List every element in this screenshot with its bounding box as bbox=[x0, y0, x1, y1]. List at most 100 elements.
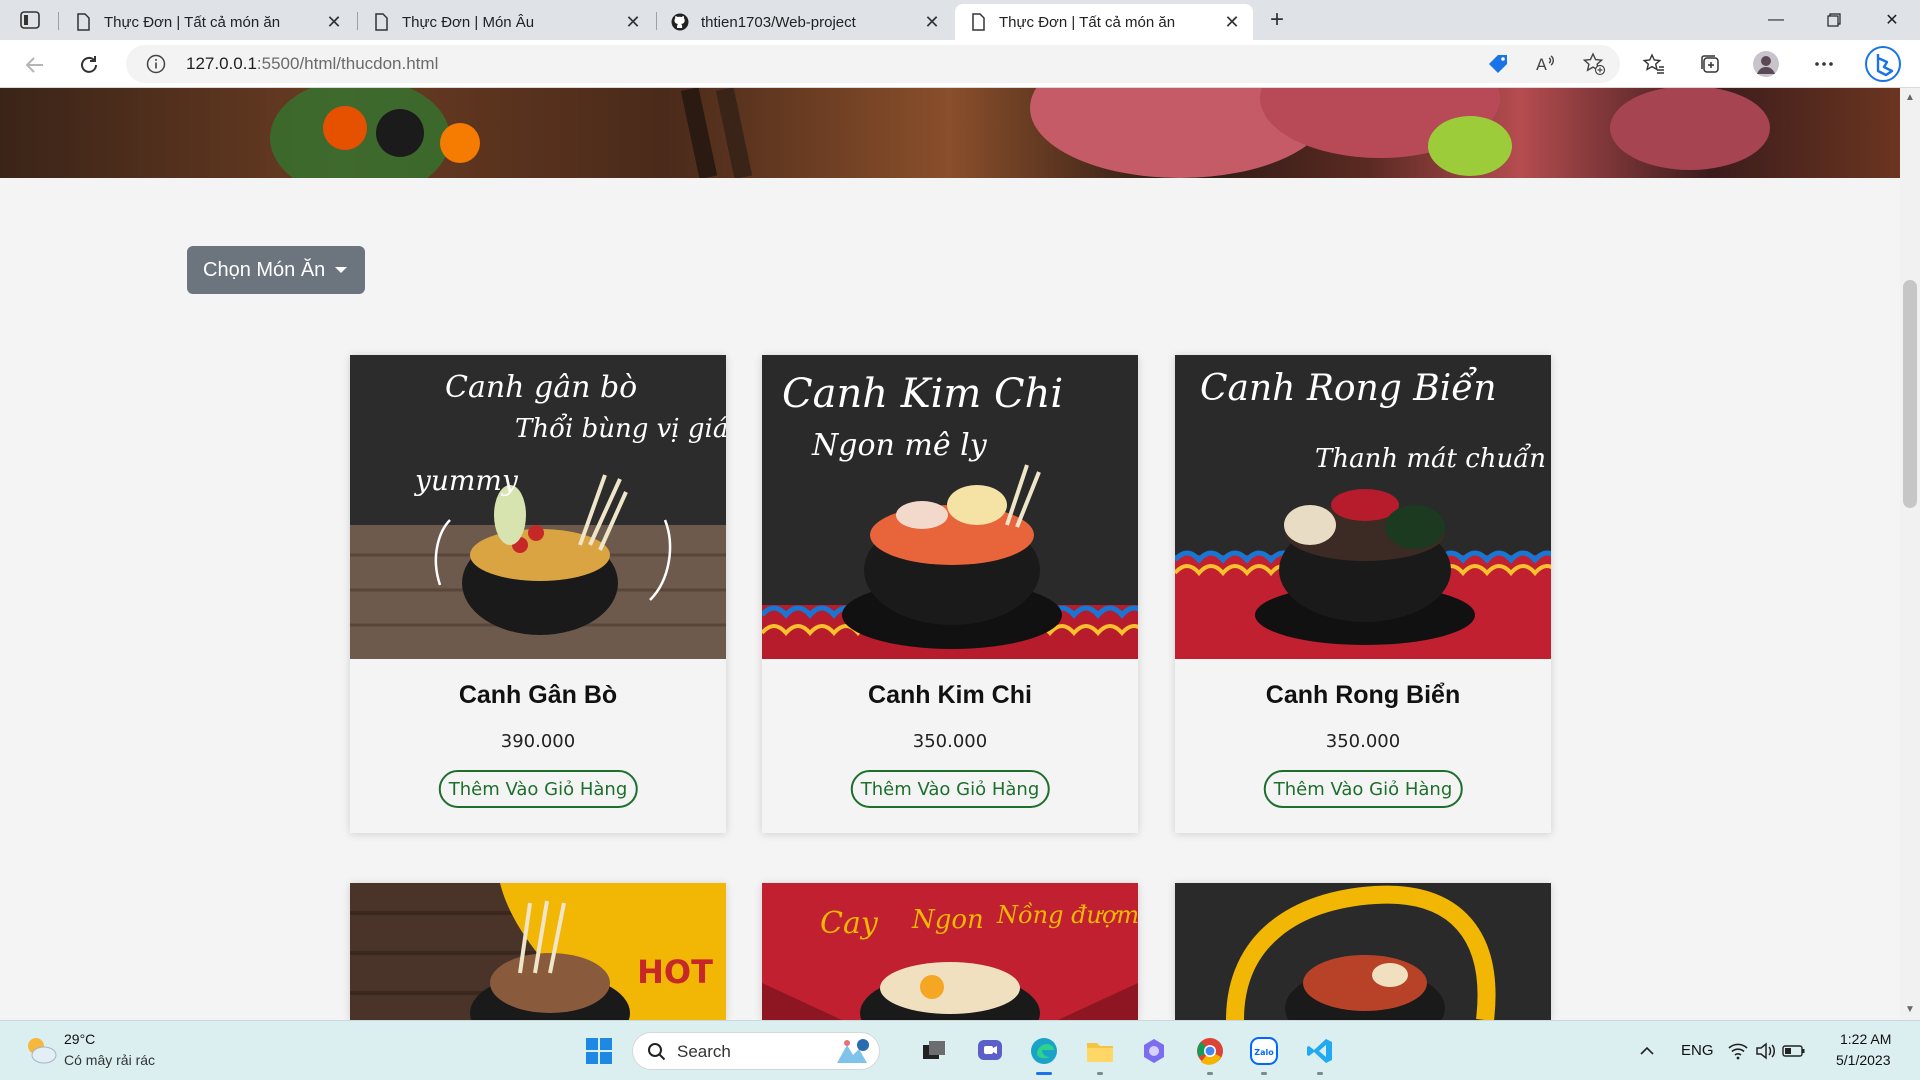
close-window-icon[interactable]: ✕ bbox=[1864, 0, 1920, 40]
new-tab-button[interactable]: + bbox=[1262, 6, 1292, 34]
hot-label: HOT bbox=[637, 953, 713, 991]
add-to-cart-button[interactable]: Thêm Vào Giỏ Hàng bbox=[438, 770, 638, 808]
url-host: 127.0.0.1 bbox=[186, 54, 257, 73]
volume-icon[interactable] bbox=[1752, 1033, 1780, 1069]
running-indicator bbox=[1261, 1072, 1267, 1075]
bing-copilot-icon[interactable] bbox=[1864, 45, 1902, 83]
close-icon[interactable]: ✕ bbox=[1223, 12, 1241, 32]
running-indicator bbox=[1097, 1072, 1103, 1075]
back-arrow-icon[interactable] bbox=[18, 48, 52, 82]
tab-separator bbox=[58, 12, 59, 30]
add-to-cart-button[interactable]: Thêm Vào Giỏ Hàng bbox=[850, 770, 1050, 808]
caret-down-icon bbox=[335, 267, 348, 273]
close-icon[interactable]: ✕ bbox=[624, 12, 642, 32]
add-to-cart-button[interactable]: Thêm Vào Giỏ Hàng bbox=[1263, 770, 1463, 808]
weather-temperature[interactable]: 29°C bbox=[64, 1031, 95, 1047]
page-icon bbox=[969, 13, 987, 31]
tab-3[interactable]: thtien1703/Web-project ✕ bbox=[657, 4, 953, 40]
art-text: Ngon mê ly bbox=[811, 428, 988, 463]
menu-card-partial: HOT bbox=[350, 883, 726, 1020]
art-text: Thổi bùng vị giác bbox=[515, 413, 726, 444]
choose-dish-dropdown[interactable]: Chọn Món Ăn bbox=[187, 246, 365, 294]
dish-image-canh-rong-bien: Canh Rong Biển Thanh mát chuẩn vị bbox=[1175, 355, 1551, 659]
tab-2[interactable]: Thực Đơn | Món Âu ✕ bbox=[358, 4, 654, 40]
github-icon bbox=[671, 13, 689, 31]
tab-title: thtien1703/Web-project bbox=[701, 13, 856, 31]
scrollbar-thumb[interactable] bbox=[1903, 280, 1917, 508]
dish-image bbox=[1175, 883, 1551, 1020]
clock-date[interactable]: 5/1/2023 bbox=[1836, 1052, 1891, 1068]
menu-card: Canh Kim Chi Ngon mê ly Canh Kim Chi 350… bbox=[762, 355, 1138, 833]
scroll-up-arrow-icon[interactable]: ▲ bbox=[1904, 92, 1916, 104]
art-text: Canh Kim Chi bbox=[782, 371, 1063, 417]
restore-icon[interactable] bbox=[1806, 0, 1862, 40]
tab-title: Thực Đơn | Tất cả món ăn bbox=[104, 13, 281, 31]
svg-text:Zalo: Zalo bbox=[1254, 1048, 1274, 1057]
minimize-icon[interactable]: — bbox=[1748, 0, 1804, 40]
edge-browser-icon[interactable] bbox=[1026, 1033, 1062, 1075]
coupon-tag-icon[interactable] bbox=[1484, 50, 1512, 78]
address-url[interactable]: 127.0.0.1:5500/html/thucdon.html bbox=[186, 54, 438, 74]
chrome-icon[interactable] bbox=[1192, 1033, 1228, 1075]
dish-name: Canh Kim Chi bbox=[868, 681, 1032, 709]
page-icon bbox=[74, 13, 92, 31]
zalo-icon[interactable]: Zalo bbox=[1246, 1033, 1282, 1075]
tab-title: Thực Đơn | Tất cả món ăn bbox=[999, 13, 1176, 31]
tab-strip: Thực Đơn | Tất cả món ăn ✕ Thực Đơn | Mó… bbox=[0, 0, 1920, 40]
chat-video-icon[interactable] bbox=[972, 1033, 1008, 1069]
tab-actions-icon[interactable] bbox=[14, 6, 46, 34]
active-indicator bbox=[1036, 1072, 1052, 1075]
address-bar[interactable]: 127.0.0.1:5500/html/thucdon.html A bbox=[126, 45, 1620, 83]
tab-4-active[interactable]: Thực Đơn | Tất cả món ăn ✕ bbox=[955, 4, 1253, 40]
favorites-icon[interactable] bbox=[1640, 50, 1668, 78]
reload-icon[interactable] bbox=[72, 48, 106, 82]
taskbar-search-box[interactable]: Search bbox=[632, 1032, 880, 1070]
battery-icon[interactable] bbox=[1780, 1033, 1808, 1069]
menu-card: Canh Rong Biển Thanh mát chuẩn vị Canh R… bbox=[1175, 355, 1551, 833]
chevron-up-icon[interactable] bbox=[1632, 1033, 1662, 1069]
language-indicator[interactable]: ENG bbox=[1681, 1042, 1714, 1059]
dish-image-canh-gan-bo: Canh gân bò Thổi bùng vị giác yummy bbox=[350, 355, 726, 659]
file-explorer-icon[interactable] bbox=[1082, 1033, 1118, 1075]
tab-title: Thực Đơn | Món Âu bbox=[402, 13, 535, 31]
collections-icon[interactable] bbox=[1696, 50, 1724, 78]
search-icon bbox=[647, 1042, 667, 1062]
dish-name: Canh Gân Bò bbox=[458, 681, 618, 709]
art-text: Ngon bbox=[911, 905, 984, 935]
windows-taskbar: 29°C Có mây rải rác Search Zalo ENG 1:22… bbox=[0, 1020, 1920, 1080]
svg-text:A: A bbox=[1536, 55, 1547, 74]
close-icon[interactable]: ✕ bbox=[923, 12, 941, 32]
windows-start-icon[interactable] bbox=[581, 1033, 617, 1069]
dish-price: 350.000 bbox=[912, 731, 988, 752]
partly-cloudy-icon[interactable] bbox=[22, 1033, 58, 1067]
info-icon[interactable] bbox=[146, 54, 166, 74]
close-icon[interactable]: ✕ bbox=[325, 12, 343, 32]
tab-1[interactable]: Thực Đơn | Tất cả món ăn ✕ bbox=[60, 4, 355, 40]
dish-image: HOT bbox=[350, 883, 726, 1020]
more-options-icon[interactable] bbox=[1810, 50, 1838, 78]
weather-description[interactable]: Có mây rải rác bbox=[64, 1052, 155, 1068]
dish-image-canh-kim-chi: Canh Kim Chi Ngon mê ly bbox=[762, 355, 1138, 659]
page-scrollbar[interactable] bbox=[1900, 88, 1920, 1020]
read-aloud-icon[interactable]: A bbox=[1532, 50, 1560, 78]
dish-name: Canh Rong Biển bbox=[1265, 681, 1461, 709]
add-favorite-icon[interactable] bbox=[1580, 50, 1608, 78]
art-text: Canh Rong Biển bbox=[1200, 367, 1497, 409]
dish-price: 350.000 bbox=[1325, 731, 1401, 752]
search-highlight-icon bbox=[833, 1037, 873, 1072]
clock-time[interactable]: 1:22 AM bbox=[1840, 1031, 1891, 1047]
profile-avatar[interactable] bbox=[1752, 50, 1780, 78]
art-text: Nồng đượm bbox=[996, 901, 1138, 929]
dropdown-label: Chọn Món Ăn bbox=[203, 258, 326, 281]
task-view-icon[interactable] bbox=[916, 1033, 952, 1069]
vscode-icon[interactable] bbox=[1302, 1033, 1338, 1075]
scroll-down-arrow-icon[interactable]: ▼ bbox=[1904, 1004, 1916, 1016]
menu-card-partial: Cay Ngon Nồng đượm bbox=[762, 883, 1138, 1020]
hero-banner-image bbox=[0, 88, 1900, 178]
art-text: Thanh mát chuẩn vị bbox=[1315, 443, 1551, 474]
url-path: :5500/html/thucdon.html bbox=[256, 54, 439, 73]
running-indicator bbox=[1317, 1072, 1323, 1075]
art-text: yummy bbox=[413, 464, 519, 497]
wifi-icon[interactable] bbox=[1724, 1033, 1752, 1069]
copilot-app-icon[interactable] bbox=[1136, 1033, 1172, 1069]
